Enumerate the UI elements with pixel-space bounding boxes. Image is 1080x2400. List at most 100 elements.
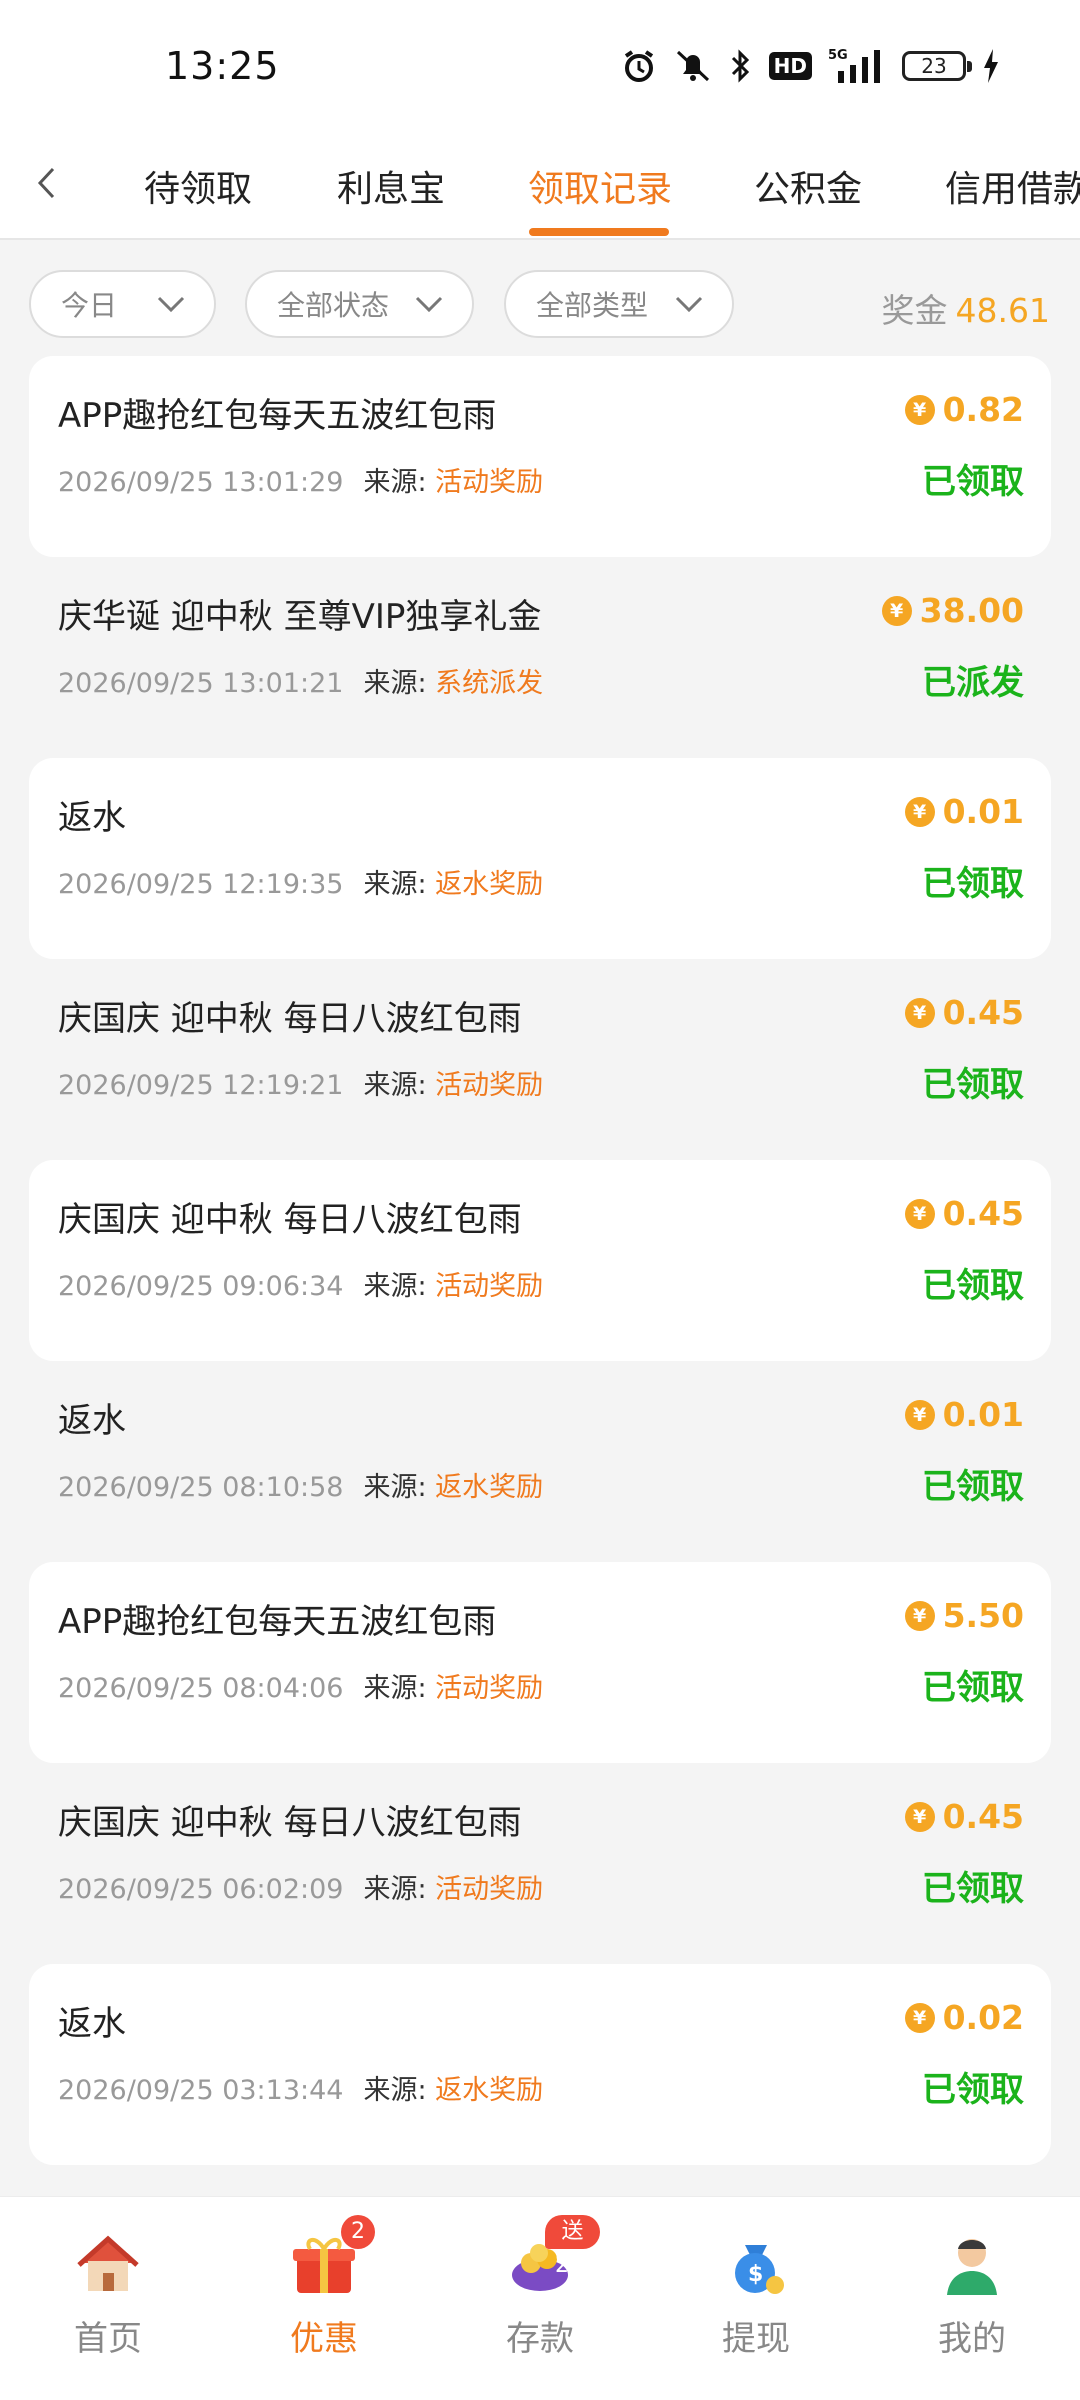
record-amount: ¥0.02 xyxy=(904,1998,1024,2037)
coin-icon: ¥ xyxy=(904,2002,935,2033)
nav-profile[interactable]: 我的 xyxy=(902,2229,1042,2360)
record-status: 已领取 xyxy=(922,1266,1024,1306)
record-meta: 2026/09/25 03:13:44 来源: 返水奖励 xyxy=(58,2068,543,2107)
record-title: APP趣抢红包每天五波红包雨 xyxy=(58,1602,497,1642)
coin-icon: ¥ xyxy=(904,1198,935,1229)
nav-withdraw[interactable]: $ 提现 xyxy=(686,2229,826,2360)
record-amount: ¥5.50 xyxy=(904,1596,1024,1635)
svg-text:5G: 5G xyxy=(828,48,848,63)
record-amount-value: 0.45 xyxy=(942,1797,1024,1836)
coin-icon: ¥ xyxy=(904,394,935,425)
record-amount-value: 0.01 xyxy=(942,792,1024,831)
record-status: 已领取 xyxy=(922,2070,1024,2110)
record-title: 返水 xyxy=(58,1401,126,1441)
record-source-label: 来源: xyxy=(363,467,427,498)
tab-fund[interactable]: 公积金 xyxy=(754,160,862,212)
tab-pending[interactable]: 待领取 xyxy=(144,160,252,212)
withdraw-icon: $ xyxy=(721,2229,791,2299)
record-amount: ¥0.45 xyxy=(904,993,1024,1032)
record-time: 2026/09/25 12:19:35 xyxy=(58,869,344,900)
record-amount-value: 5.50 xyxy=(942,1596,1024,1635)
record-time: 2026/09/25 06:02:09 xyxy=(58,1874,344,1905)
nav-deposit-label: 存款 xyxy=(506,2319,574,2359)
battery-icon: 23 xyxy=(902,51,972,81)
status-filter[interactable]: 全部状态 xyxy=(245,270,474,338)
record-row[interactable]: APP趣抢红包每天五波红包雨 2026/09/25 13:01:29 来源: 活动… xyxy=(29,356,1051,557)
coin-icon: ¥ xyxy=(904,796,935,827)
record-time: 2026/09/25 08:04:06 xyxy=(58,1673,344,1704)
record-meta: 2026/09/25 08:04:06 来源: 活动奖励 xyxy=(58,1666,543,1705)
record-source: 活动奖励 xyxy=(435,1271,544,1302)
record-meta: 2026/09/25 09:06:34 来源: 活动奖励 xyxy=(58,1264,543,1303)
record-row[interactable]: 庆华诞 迎中秋 至尊VIP独享礼金 2026/09/25 13:01:21 来源:… xyxy=(29,557,1051,758)
record-title: APP趣抢红包每天五波红包雨 xyxy=(58,396,497,436)
record-amount-value: 0.45 xyxy=(942,1194,1024,1233)
date-filter[interactable]: 今日 xyxy=(29,270,216,338)
record-amount-value: 0.02 xyxy=(942,1998,1024,2037)
record-source: 系统派发 xyxy=(435,668,544,699)
record-time: 2026/09/25 12:19:21 xyxy=(58,1070,344,1101)
record-time: 2026/09/25 13:01:21 xyxy=(58,668,344,699)
record-row[interactable]: APP趣抢红包每天五波红包雨 2026/09/25 08:04:06 来源: 活动… xyxy=(29,1562,1051,1763)
record-source-label: 来源: xyxy=(363,1070,427,1101)
record-meta: 2026/09/25 06:02:09 来源: 活动奖励 xyxy=(58,1867,543,1906)
record-source: 活动奖励 xyxy=(435,1070,544,1101)
deposit-badge: 送2% xyxy=(545,2215,600,2278)
record-source-label: 来源: xyxy=(363,1271,427,1302)
record-status: 已领取 xyxy=(922,1065,1024,1105)
nav-home-label: 首页 xyxy=(74,2319,142,2359)
filter-row: 今日 全部状态 全部类型 奖金 48.61 xyxy=(0,262,1080,338)
nav-home[interactable]: 首页 xyxy=(38,2229,178,2360)
bottom-nav: 首页 2 优惠 送2% 存款 $ 提现 我的 xyxy=(0,2196,1080,2400)
gift-icon: 2 xyxy=(289,2215,375,2299)
record-amount: ¥0.01 xyxy=(904,792,1024,831)
tab-bar: 待领取 利息宝 领取记录 公积金 信用借款 xyxy=(0,140,1080,240)
tab-credit[interactable]: 信用借款 xyxy=(945,160,1080,212)
coin-icon: ¥ xyxy=(904,1801,935,1832)
record-row[interactable]: 返水 2026/09/25 03:13:44 来源: 返水奖励 ¥0.02 已领取 xyxy=(29,1964,1051,2165)
hd-icon: HD xyxy=(768,52,812,80)
nav-promo[interactable]: 2 优惠 xyxy=(254,2215,394,2360)
record-time: 2026/09/25 08:10:58 xyxy=(58,1472,344,1503)
chevron-left-icon xyxy=(37,167,55,199)
record-time: 2026/09/25 13:01:29 xyxy=(58,467,344,498)
back-button[interactable] xyxy=(26,158,66,208)
record-status: 已领取 xyxy=(922,1869,1024,1909)
record-status: 已领取 xyxy=(922,1467,1024,1507)
type-filter[interactable]: 全部类型 xyxy=(504,270,734,338)
record-row[interactable]: 返水 2026/09/25 08:10:58 来源: 返水奖励 ¥0.01 已领取 xyxy=(29,1361,1051,1562)
record-amount: ¥0.45 xyxy=(904,1797,1024,1836)
bluetooth-icon xyxy=(729,48,753,84)
record-meta: 2026/09/25 13:01:21 来源: 系统派发 xyxy=(58,661,543,700)
record-source: 活动奖励 xyxy=(435,1673,544,1704)
tab-interest[interactable]: 利息宝 xyxy=(337,160,445,212)
record-source: 活动奖励 xyxy=(435,1874,544,1905)
record-amount: ¥0.45 xyxy=(904,1194,1024,1233)
profile-icon xyxy=(937,2229,1007,2299)
tab-records[interactable]: 领取记录 xyxy=(528,160,672,212)
coin-icon: ¥ xyxy=(904,997,935,1028)
record-title: 庆国庆 迎中秋 每日八波红包雨 xyxy=(58,1803,522,1843)
record-meta: 2026/09/25 12:19:35 来源: 返水奖励 xyxy=(58,862,543,901)
record-amount: ¥0.01 xyxy=(904,1395,1024,1434)
record-meta: 2026/09/25 12:19:21 来源: 活动奖励 xyxy=(58,1063,543,1102)
svg-text:$: $ xyxy=(748,2262,763,2287)
record-source-label: 来源: xyxy=(363,668,427,699)
record-row[interactable]: 庆国庆 迎中秋 每日八波红包雨 2026/09/25 06:02:09 来源: 活… xyxy=(29,1763,1051,1964)
chevron-down-icon xyxy=(675,296,703,313)
record-source-label: 来源: xyxy=(363,1472,427,1503)
chevron-down-icon xyxy=(157,296,185,313)
record-meta: 2026/09/25 13:01:29 来源: 活动奖励 xyxy=(58,460,543,499)
records-list: APP趣抢红包每天五波红包雨 2026/09/25 13:01:29 来源: 活动… xyxy=(0,356,1080,2165)
record-row[interactable]: 庆国庆 迎中秋 每日八波红包雨 2026/09/25 12:19:21 来源: 活… xyxy=(29,959,1051,1160)
bonus-label: 奖金 xyxy=(881,291,948,330)
nav-deposit[interactable]: 送2% 存款 xyxy=(470,2215,610,2360)
charging-icon xyxy=(982,49,1000,83)
record-time: 2026/09/25 09:06:34 xyxy=(58,1271,344,1302)
record-title: 庆国庆 迎中秋 每日八波红包雨 xyxy=(58,1200,522,1240)
status-time: 13:25 xyxy=(165,44,280,88)
active-tab-indicator xyxy=(529,228,669,236)
record-row[interactable]: 庆国庆 迎中秋 每日八波红包雨 2026/09/25 09:06:34 来源: 活… xyxy=(29,1160,1051,1361)
record-source-label: 来源: xyxy=(363,1874,427,1905)
record-row[interactable]: 返水 2026/09/25 12:19:35 来源: 返水奖励 ¥0.01 已领取 xyxy=(29,758,1051,959)
